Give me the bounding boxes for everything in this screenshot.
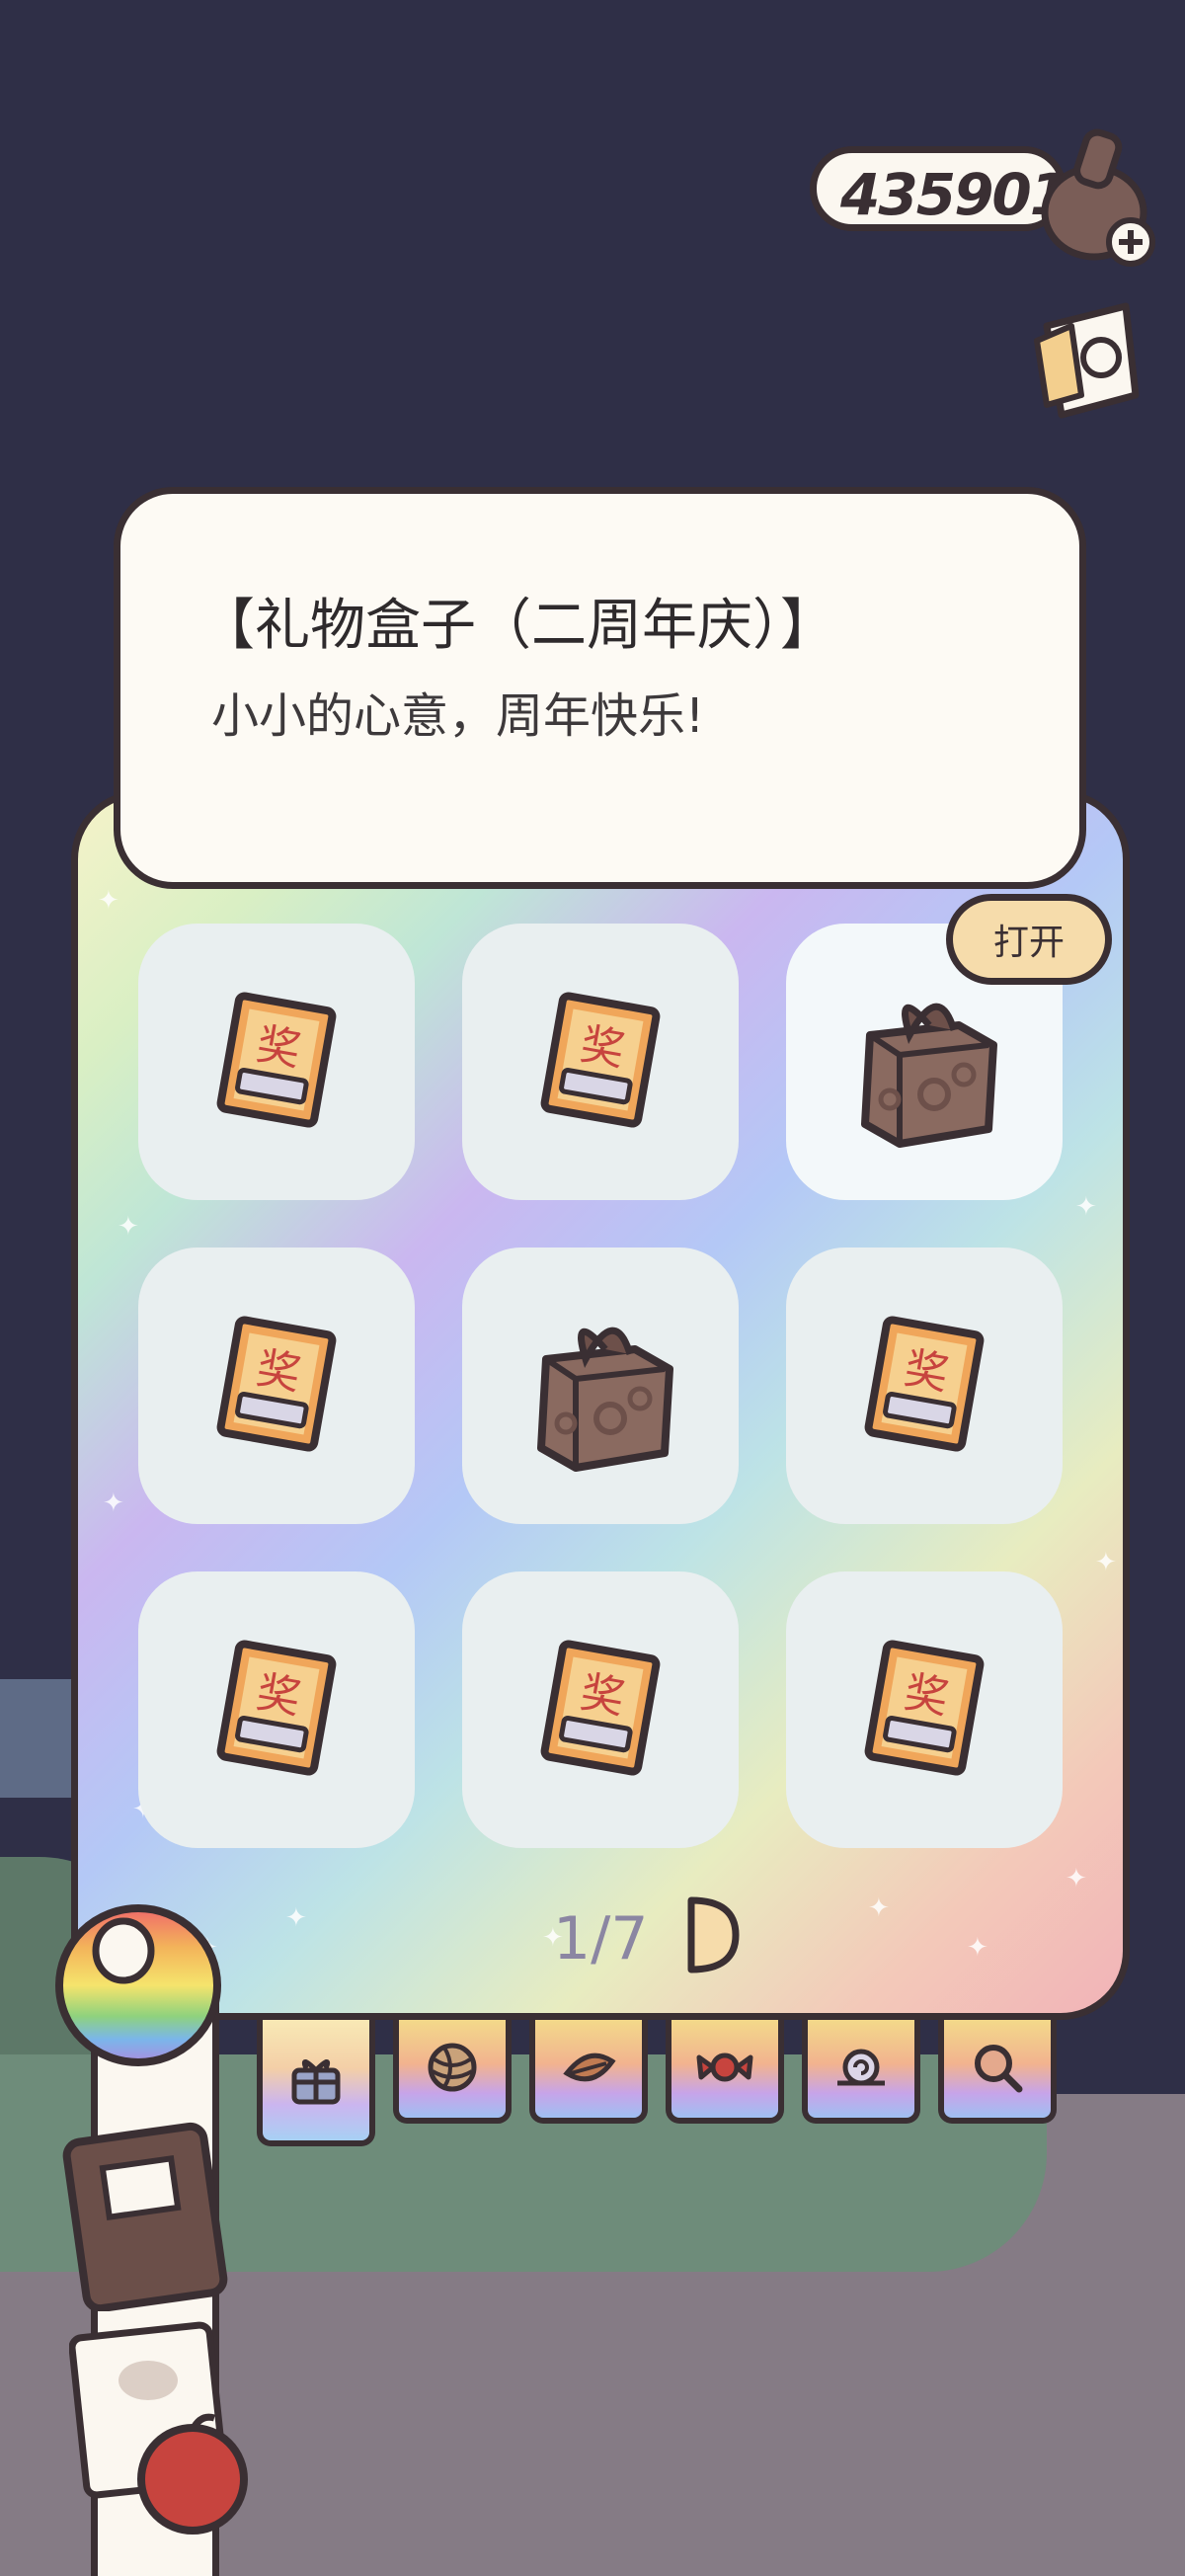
acorn-icon[interactable] <box>1027 119 1165 267</box>
snail-icon <box>831 2038 891 2101</box>
prize-ticket-icon: 奖 <box>855 1639 993 1781</box>
candy-icon <box>695 2038 754 2101</box>
svg-text:奖: 奖 <box>253 1019 304 1077</box>
svg-text:奖: 奖 <box>577 1667 628 1725</box>
category-tab[interactable] <box>529 2020 648 2124</box>
gift-box-icon <box>516 1290 684 1482</box>
next-arrow-icon[interactable] <box>681 1894 741 1975</box>
gift-box-icon <box>840 966 1008 1158</box>
prize-ticket-icon: 奖 <box>531 991 670 1133</box>
prize-ticket-icon: 奖 <box>855 1315 993 1457</box>
category-tab[interactable] <box>666 2020 784 2124</box>
category-tab[interactable] <box>257 2020 375 2146</box>
note-icon[interactable] <box>1017 296 1155 425</box>
category-tab[interactable] <box>938 2020 1057 2124</box>
open-button[interactable]: 打开 <box>946 894 1112 985</box>
rainbow-pot-icon <box>55 1904 221 2066</box>
yarn-ball-icon <box>423 2038 482 2101</box>
svg-text:奖: 奖 <box>901 1667 952 1725</box>
leaf-icon <box>559 2038 618 2101</box>
inventory-slot[interactable] <box>462 1248 739 1524</box>
item-description: 小小的心意，周年快乐! <box>211 688 705 744</box>
category-tab[interactable] <box>802 2020 920 2124</box>
item-title: 【礼物盒子（二周年庆）】 <box>199 594 835 658</box>
prize-ticket-icon: 奖 <box>207 991 346 1133</box>
inventory-slot[interactable]: 奖 <box>462 1571 739 1848</box>
inventory-slot[interactable]: 奖 <box>138 1248 415 1524</box>
inventory-slot[interactable]: 奖 <box>786 1571 1063 1848</box>
apple-icon <box>137 2413 248 2535</box>
inventory-slot[interactable]: 奖 <box>462 924 739 1200</box>
inventory-slot[interactable]: 奖 <box>786 1248 1063 1524</box>
gift-icon <box>286 2049 346 2112</box>
prize-ticket-icon: 奖 <box>207 1639 346 1781</box>
book-stack-icon <box>62 2122 228 2311</box>
inventory-slot[interactable]: 奖 <box>138 1571 415 1848</box>
svg-text:奖: 奖 <box>577 1019 628 1077</box>
page-indicator: 1/7 <box>553 1904 649 1973</box>
category-tabs <box>257 2020 1076 2146</box>
item-info-card: 【礼物盒子（二周年庆）】 小小的心意，周年快乐! <box>114 487 1086 889</box>
svg-text:奖: 奖 <box>253 1667 304 1725</box>
magnifier-icon <box>968 2038 1027 2101</box>
prize-ticket-icon: 奖 <box>207 1315 346 1457</box>
inventory-slot[interactable]: 奖 <box>138 924 415 1200</box>
svg-text:奖: 奖 <box>901 1343 952 1401</box>
svg-text:奖: 奖 <box>253 1343 304 1401</box>
prize-ticket-icon: 奖 <box>531 1639 670 1781</box>
category-tab[interactable] <box>393 2020 512 2124</box>
